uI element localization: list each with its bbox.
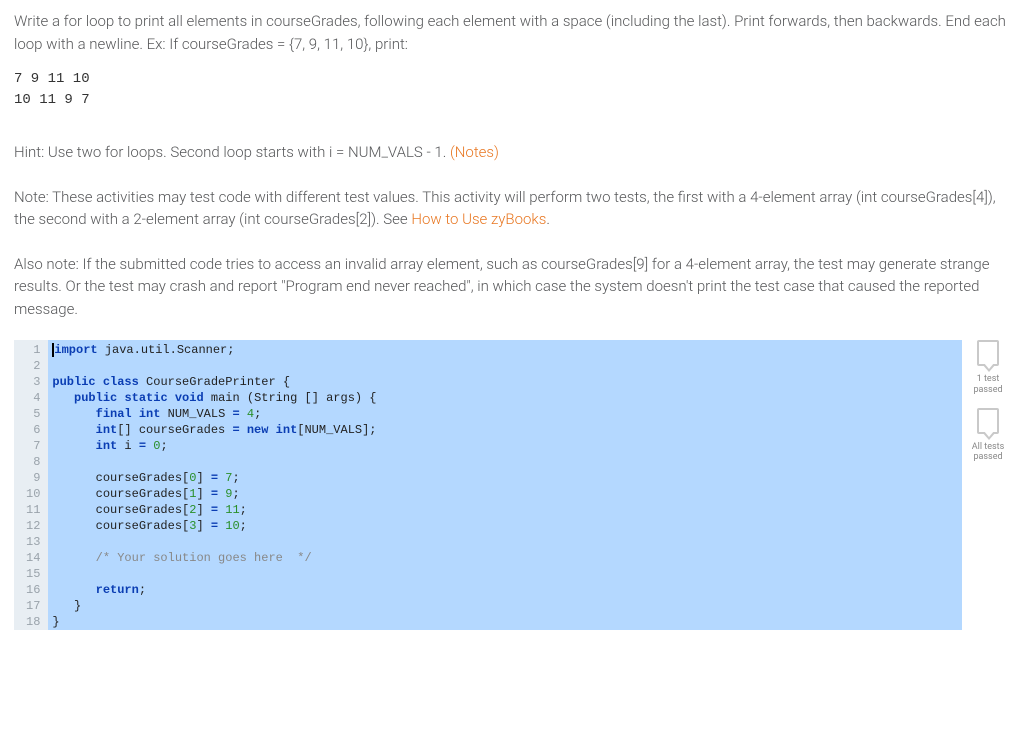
example-output: 7 9 11 10 10 11 9 7 xyxy=(14,69,1010,111)
code-editor-region: 1 2 3 4 5 6 7 8 9 10 11 12 13 14 15 16 1… xyxy=(14,340,1010,630)
zybooks-link[interactable]: How to Use zyBooks xyxy=(411,210,546,228)
note-2: Also note: If the submitted code tries t… xyxy=(14,253,1010,321)
note-1: Note: These activities may test code wit… xyxy=(14,186,1010,231)
notes-link[interactable]: (Notes) xyxy=(450,143,499,161)
line-number-gutter: 1 2 3 4 5 6 7 8 9 10 11 12 13 14 15 16 1… xyxy=(14,340,48,630)
badge-one-test-passed: 1 test passed xyxy=(966,340,1010,396)
code-text-area[interactable]: import java.util.Scanner; public class C… xyxy=(48,340,962,630)
problem-statement: Write a for loop to print all elements i… xyxy=(14,10,1010,55)
hint-text: Hint: Use two for loops. Second loop sta… xyxy=(14,141,1010,164)
shield-icon xyxy=(977,408,999,434)
code-editor[interactable]: 1 2 3 4 5 6 7 8 9 10 11 12 13 14 15 16 1… xyxy=(14,340,962,630)
badge-all-tests-passed: All tests passed xyxy=(966,408,1010,464)
test-status-sidebar: 1 test passed All tests passed xyxy=(962,340,1010,630)
instructions-block: Write a for loop to print all elements i… xyxy=(14,10,1010,320)
shield-icon xyxy=(977,340,999,366)
